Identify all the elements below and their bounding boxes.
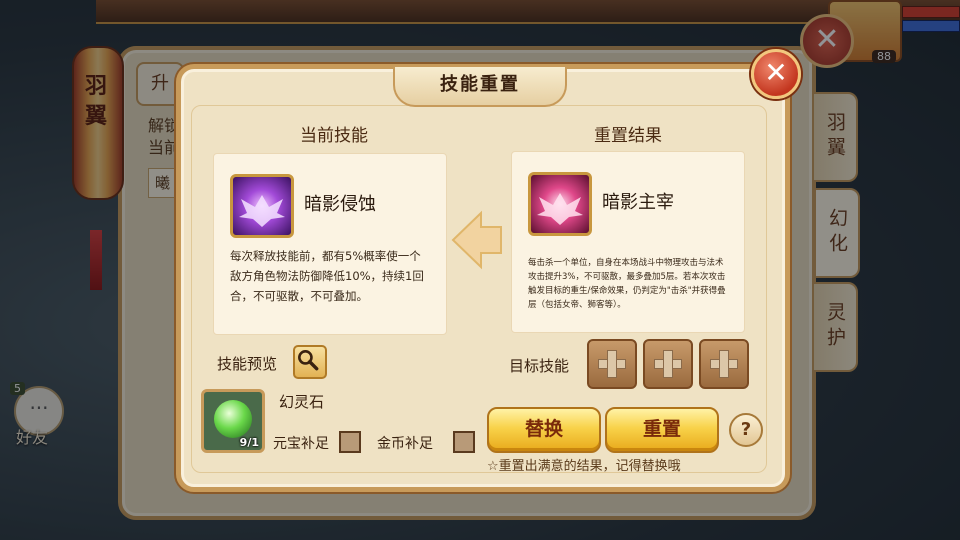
spirit-stone-item[interactable]: 9/1 [201,389,265,453]
current-skill-heading: 当前技能 [300,126,368,146]
current-skill-card: 暗影侵蚀 每次释放技能前，都有5%概率使一个敌方角色物法防御降低10%，持续1回… [213,153,447,335]
gold-supplement-checkbox[interactable] [453,431,475,453]
help-icon: ? [740,419,752,440]
result-skill-description: 每击杀一个单位，自身在本场战斗中物理攻击与法术攻击提升3%，不可驱散，最多叠加5… [528,258,726,310]
plus-icon [663,350,673,378]
target-skill-slot-1[interactable] [587,339,637,389]
item-count: 9/1 [239,436,259,449]
spirit-stone-icon [214,400,252,438]
target-skill-slot-2[interactable] [643,339,693,389]
skill-reset-dialog: 技能重置 ✕ 当前技能 重置结果 暗影侵蚀 每次释放技能前，都有5%概率使一个敌… [176,49,801,492]
current-skill-description: 每次释放技能前，都有5%概率使一个敌方角色物法防御降低10%，持续1回合，不可驱… [230,249,424,303]
plus-icon [719,350,729,378]
help-button[interactable]: ? [729,413,763,447]
result-skill-card: 暗影主宰 每击杀一个单位，自身在本场战斗中物理攻击与法术攻击提升3%，不可驱散，… [511,151,745,333]
bat-wings-icon [239,195,285,227]
skill-preview-label: 技能预览 [217,355,278,373]
reset-tip-text: ☆重置出满意的结果，记得替换哦 [487,459,681,474]
arrow-left-icon [451,210,502,270]
result-skill-heading: 重置结果 [594,126,662,146]
plus-icon [607,350,617,378]
dialog-title: 技能重置 [393,67,567,107]
item-name: 幻灵石 [279,393,325,411]
replace-button[interactable]: 替换 [487,407,601,453]
yuanbao-supplement-checkbox[interactable] [339,431,361,453]
search-icon [298,350,319,371]
yuanbao-supplement-label: 元宝补足 [273,436,329,452]
shadow-master-skill-icon[interactable] [528,172,592,236]
target-skill-slot-3[interactable] [699,339,749,389]
gold-supplement-label: 金币补足 [377,436,433,452]
close-icon: ✕ [764,56,788,89]
target-skill-label: 目标技能 [509,357,570,375]
current-skill-name: 暗影侵蚀 [304,194,376,215]
reset-button[interactable]: 重置 [605,407,719,453]
skill-preview-button[interactable] [293,345,327,379]
dialog-close-button[interactable]: ✕ [751,49,801,99]
bat-wings-icon [537,193,583,225]
shadow-erosion-skill-icon[interactable] [230,174,294,238]
result-skill-name: 暗影主宰 [602,192,674,213]
